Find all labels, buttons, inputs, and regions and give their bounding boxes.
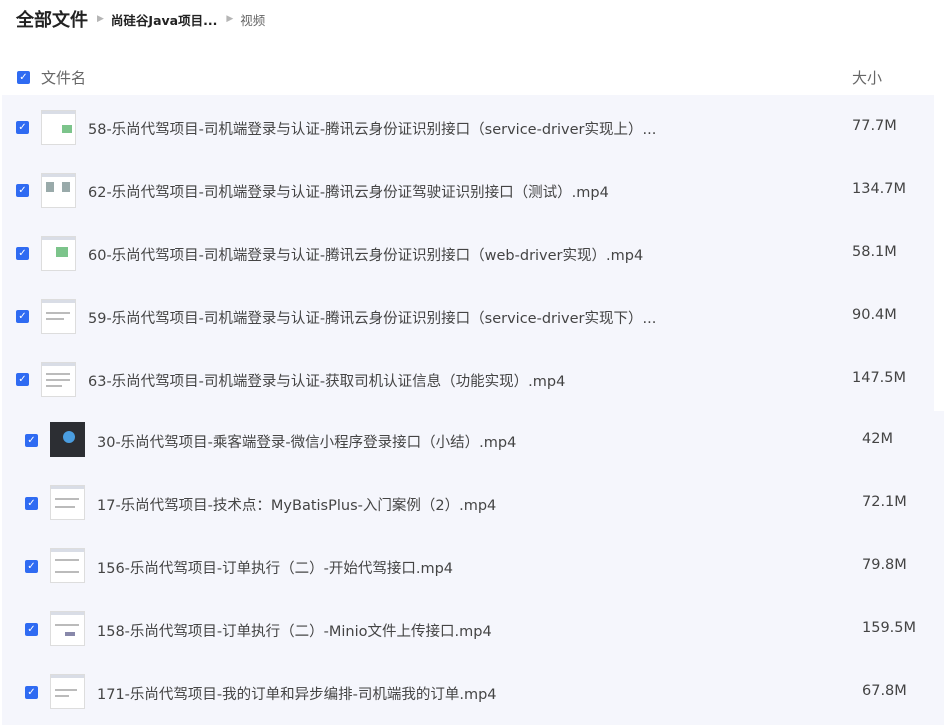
video-thumbnail <box>50 485 85 520</box>
row-checkbox[interactable]: ✓ <box>16 184 29 197</box>
table-row[interactable]: ✓ 171-乐尚代驾项目-我的订单和异步编排-司机端我的订单.mp4 67.8M <box>0 661 944 724</box>
file-name[interactable]: 60-乐尚代驾项目-司机端登录与认证-腾讯云身份证识别接口（web-driver… <box>88 244 643 265</box>
table-row[interactable]: ✓ 59-乐尚代驾项目-司机端登录与认证-腾讯云身份证识别接口（service-… <box>0 285 934 348</box>
row-checkbox[interactable]: ✓ <box>25 623 38 636</box>
table-row[interactable]: ✓ 62-乐尚代驾项目-司机端登录与认证-腾讯云身份证驾驶证识别接口（测试）.m… <box>0 159 934 222</box>
table-row[interactable]: ✓ 58-乐尚代驾项目-司机端登录与认证-腾讯云身份证识别接口（service-… <box>0 96 934 159</box>
table-row[interactable]: ✓ 17-乐尚代驾项目-技术点：MyBatisPlus-入门案例（2）.mp4 … <box>0 472 944 535</box>
video-thumbnail <box>50 422 85 457</box>
table-row[interactable]: ✓ 60-乐尚代驾项目-司机端登录与认证-腾讯云身份证识别接口（web-driv… <box>0 222 934 285</box>
file-size: 42M <box>862 431 893 447</box>
chevron-right-icon: ▶ <box>97 14 104 24</box>
table-row[interactable]: ✓ 158-乐尚代驾项目-订单执行（二）-Minio文件上传接口.mp4 159… <box>0 598 944 661</box>
video-thumbnail <box>50 611 85 646</box>
table-row[interactable]: ✓ 63-乐尚代驾项目-司机端登录与认证-获取司机认证信息（功能实现）.mp4 … <box>0 348 934 411</box>
row-checkbox[interactable]: ✓ <box>16 247 29 260</box>
row-checkbox[interactable]: ✓ <box>25 560 38 573</box>
file-name[interactable]: 58-乐尚代驾项目-司机端登录与认证-腾讯云身份证识别接口（service-dr… <box>88 118 656 139</box>
video-thumbnail <box>50 548 85 583</box>
breadcrumb-current: 视频 <box>240 12 266 28</box>
chevron-right-icon: ▶ <box>226 14 234 24</box>
select-all-checkbox[interactable]: ✓ <box>17 71 30 84</box>
file-size: 67.8M <box>862 683 907 699</box>
video-thumbnail <box>41 173 76 208</box>
file-name[interactable]: 158-乐尚代驾项目-订单执行（二）-Minio文件上传接口.mp4 <box>97 620 492 641</box>
breadcrumb-middle[interactable]: 尚硅谷Java项目... <box>111 10 217 29</box>
row-checkbox[interactable]: ✓ <box>16 310 29 323</box>
file-size: 159.5M <box>862 620 917 636</box>
table-row[interactable]: ✓ 156-乐尚代驾项目-订单执行（二）-开始代驾接口.mp4 79.8M <box>0 535 944 598</box>
breadcrumb-root[interactable]: 全部文件 <box>16 6 88 32</box>
file-size: 58.1M <box>852 244 897 260</box>
row-checkbox[interactable]: ✓ <box>25 686 38 699</box>
file-name[interactable]: 156-乐尚代驾项目-订单执行（二）-开始代驾接口.mp4 <box>97 557 453 578</box>
file-size: 77.7M <box>852 118 897 134</box>
file-name[interactable]: 171-乐尚代驾项目-我的订单和异步编排-司机端我的订单.mp4 <box>97 683 497 704</box>
file-name[interactable]: 62-乐尚代驾项目-司机端登录与认证-腾讯云身份证驾驶证识别接口（测试）.mp4 <box>88 181 609 202</box>
breadcrumb: 全部文件 ▶ 尚硅谷Java项目... ▶ 视频 <box>16 4 265 34</box>
file-name[interactable]: 17-乐尚代驾项目-技术点：MyBatisPlus-入门案例（2）.mp4 <box>97 494 496 515</box>
file-size: 72.1M <box>862 494 907 510</box>
file-name[interactable]: 63-乐尚代驾项目-司机端登录与认证-获取司机认证信息（功能实现）.mp4 <box>88 370 565 391</box>
row-checkbox[interactable]: ✓ <box>16 373 29 386</box>
video-thumbnail <box>41 110 76 145</box>
file-size: 79.8M <box>862 557 907 573</box>
row-checkbox[interactable]: ✓ <box>16 121 29 134</box>
table-row[interactable]: ✓ 30-乐尚代驾项目-乘客端登录-微信小程序登录接口（小结）.mp4 42M <box>0 409 944 472</box>
video-thumbnail <box>41 236 76 271</box>
video-thumbnail <box>41 362 76 397</box>
file-size: 147.5M <box>852 370 907 386</box>
video-thumbnail <box>41 299 76 334</box>
video-thumbnail <box>50 674 85 709</box>
column-header-name[interactable]: 文件名 <box>41 67 86 88</box>
column-header-size[interactable]: 大小 <box>852 67 882 88</box>
file-list-header: ✓ 文件名 大小 <box>0 60 944 94</box>
file-size: 134.7M <box>852 181 907 197</box>
file-name[interactable]: 59-乐尚代驾项目-司机端登录与认证-腾讯云身份证识别接口（service-dr… <box>88 307 656 328</box>
row-checkbox[interactable]: ✓ <box>25 497 38 510</box>
file-name[interactable]: 30-乐尚代驾项目-乘客端登录-微信小程序登录接口（小结）.mp4 <box>97 431 516 452</box>
file-size: 90.4M <box>852 307 897 323</box>
row-checkbox[interactable]: ✓ <box>25 434 38 447</box>
